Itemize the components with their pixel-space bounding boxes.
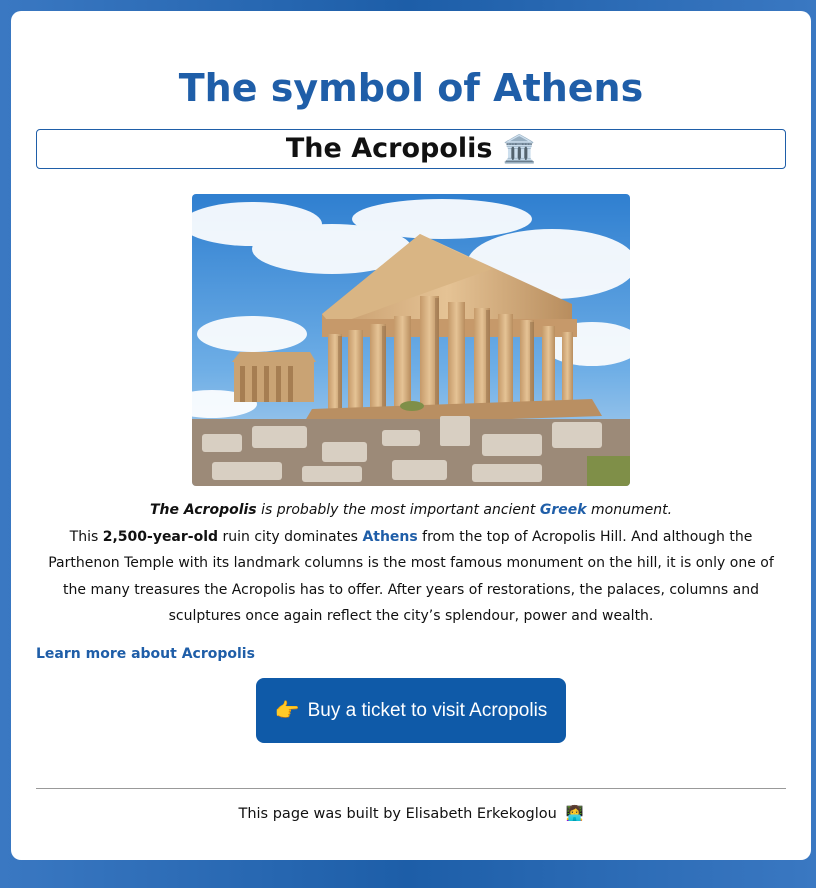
subtitle: The Acropolis bbox=[285, 133, 493, 164]
body-text-b: ruin city dominates bbox=[218, 528, 363, 545]
learn-more-link[interactable]: Learn more about Acropolis bbox=[36, 646, 255, 662]
description-intro: The Acropolis is probably the most impor… bbox=[36, 497, 786, 524]
content-card: The symbol of Athens The Acropolis 🏛️ Th… bbox=[11, 11, 811, 860]
buy-ticket-button[interactable]: 👉 Buy a ticket to visit Acropolis bbox=[256, 678, 566, 743]
buy-ticket-label: Buy a ticket to visit Acropolis bbox=[307, 699, 548, 721]
body-text-a: This bbox=[69, 528, 103, 545]
divider bbox=[36, 788, 786, 789]
footer-text: This page was built by Elisabeth Erkekog… bbox=[238, 806, 557, 822]
page-title: The symbol of Athens bbox=[178, 66, 644, 110]
athens-link[interactable]: Athens bbox=[362, 529, 417, 545]
pointing-hand-icon: 👉 bbox=[274, 700, 300, 722]
subtitle-box: The Acropolis 🏛️ bbox=[36, 129, 786, 169]
acropolis-photo bbox=[192, 194, 630, 486]
intro-text-b: monument. bbox=[586, 502, 673, 518]
intro-text-a: is probably the most important ancient bbox=[256, 502, 540, 518]
greek-link[interactable]: Greek bbox=[540, 502, 587, 518]
classical-building-icon: 🏛️ bbox=[502, 134, 537, 165]
footer: This page was built by Elisabeth Erkekog… bbox=[11, 805, 811, 822]
description: The Acropolis is probably the most impor… bbox=[36, 497, 786, 630]
age-highlight: 2,500-year-old bbox=[102, 528, 219, 545]
woman-technologist-icon: 👩‍💻 bbox=[565, 806, 584, 822]
description-body: This 2,500-year-old ruin city dominates … bbox=[36, 524, 786, 630]
acropolis-name: The Acropolis bbox=[149, 502, 257, 518]
